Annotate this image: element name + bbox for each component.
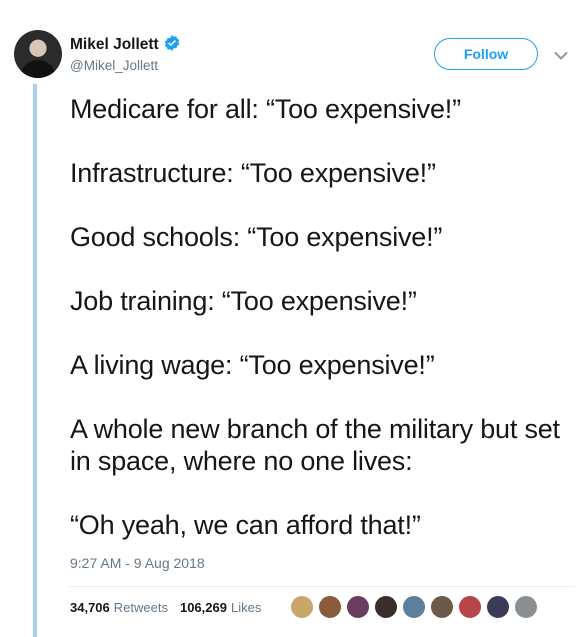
tweet-line: A living wage: “Too expensive!” [70,350,435,380]
likes-stat[interactable]: 106,269 Likes [180,600,261,615]
retweets-stat[interactable]: 34,706 Retweets [70,600,168,615]
likes-count: 106,269 [179,600,227,615]
tweet-line: Infrastructure: “Too expensive!” [70,158,436,188]
liker-avatar[interactable] [346,595,370,619]
liker-avatar[interactable] [290,595,314,619]
liker-avatar[interactable] [318,595,342,619]
retweets-label: Retweets [113,600,168,615]
tweet-line: Good schools: “Too expensive!” [70,222,443,252]
tweet-text: Medicare for all: “Too expensive!” Infra… [70,93,575,541]
retweets-count: 34,706 [70,600,110,615]
tweet-line: Medicare for all: “Too expensive!” [70,94,461,124]
liker-avatar[interactable] [458,595,482,619]
likes-label: Likes [230,600,262,615]
tweet-timestamp[interactable]: 9:27 AM - 9 Aug 2018 [70,555,205,571]
avatar[interactable] [14,30,62,78]
tweet-line: “Oh yeah, we can afford that!” [70,510,421,540]
author-name[interactable]: Mikel Jollett [70,36,159,53]
liker-avatar[interactable] [402,595,426,619]
liker-avatar[interactable] [486,595,510,619]
liker-avatar[interactable] [430,595,454,619]
chevron-down-icon[interactable] [554,48,568,66]
liker-avatar[interactable] [374,595,398,619]
tweet-line: Job training: “Too expensive!” [70,286,417,316]
author-handle[interactable]: @Mikel_Jollett [70,58,158,73]
thread-line [33,84,37,637]
divider [70,586,575,587]
verified-badge-icon [163,34,181,57]
liker-avatars [290,595,538,619]
liker-avatar[interactable] [514,595,538,619]
follow-button[interactable]: Follow [434,38,538,70]
tweet-stats: 34,706 Retweets 106,269 Likes [70,600,261,615]
author-name-row[interactable]: Mikel Jollett [70,34,181,57]
tweet-line: A whole new branch of the military but s… [70,414,560,476]
